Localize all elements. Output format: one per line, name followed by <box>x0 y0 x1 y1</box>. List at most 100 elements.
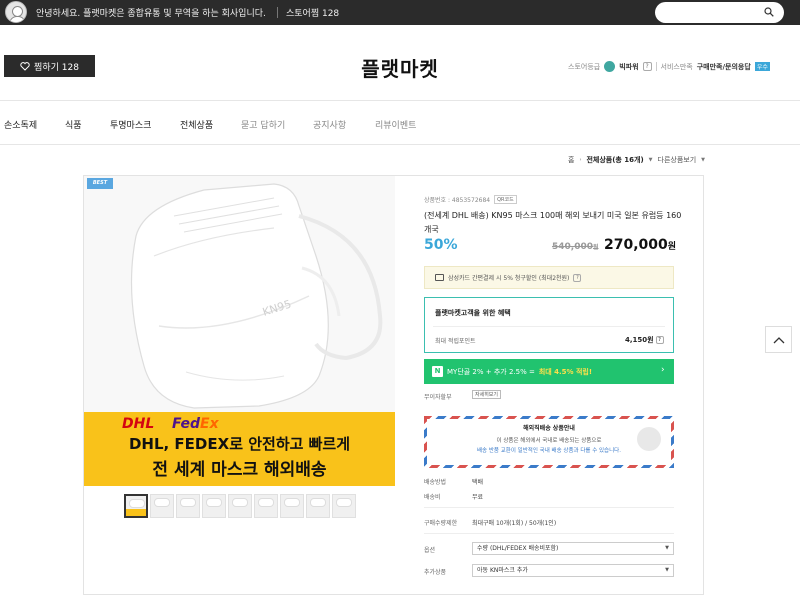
top-bar: 안녕하세요. 플랫마켓은 종합유통 및 무역을 하는 회사입니다. 스토어찜 1… <box>0 0 800 25</box>
grade-icon <box>604 61 616 72</box>
divider <box>433 326 665 327</box>
purchase-limit: 최대구매 10개(1회) / 50개(1인) <box>472 520 557 527</box>
product-main-image[interactable]: KN95 BEST DHL FedEx DHL, FEDEX로 안전하고 빠르게… <box>84 176 395 486</box>
banner-line-1: DHL, FEDEX로 안전하고 빠르게 <box>128 435 351 453</box>
heart-plus-icon <box>20 62 30 71</box>
product-id-text: 상품번호 : 4853572684 <box>424 197 491 204</box>
nav-item-hand-sanitizer[interactable]: 손소독제 <box>4 118 37 131</box>
nav-item-all-products[interactable]: 전체상품 <box>180 118 213 131</box>
thumbnail[interactable] <box>332 494 356 518</box>
addon-select[interactable]: 아동 KN마스크 추가 ▼ <box>472 564 674 577</box>
option-select[interactable]: 수량 (DHL/FEDEX 배송비포함) ▼ <box>472 542 674 555</box>
breadcrumb-home[interactable]: 홈 <box>568 155 574 165</box>
chevron-up-icon <box>773 336 784 343</box>
best-badge: BEST <box>87 178 113 189</box>
search-icon[interactable] <box>764 7 774 17</box>
divider <box>424 533 674 534</box>
chevron-right-icon: › <box>579 157 582 163</box>
chevron-down-icon: ▼ <box>665 545 669 551</box>
nav-item-clear-mask[interactable]: 투명마스크 <box>110 118 151 131</box>
thumbnail[interactable] <box>150 494 174 518</box>
delivery-fee: 무료 <box>472 494 484 501</box>
avatar[interactable] <box>5 1 27 23</box>
fedex-logo-fe: Fed <box>172 416 201 432</box>
point-label: 최대 적립포인트 <box>435 338 476 345</box>
overseas-shipping-notice: 해외직배송 상품안내 이 상품은 해외에서 국내로 배송되는 상품으로 배송 반… <box>424 416 674 468</box>
help-icon[interactable]: ? <box>573 273 582 282</box>
discount-rate: 50% <box>424 237 458 253</box>
scroll-top-button[interactable] <box>765 326 792 353</box>
purchase-limit-label: 구매수량제한 <box>424 520 458 527</box>
product-info: 상품번호 : 4853572684 QR코드 (전세계 DHL 배송) KN95… <box>424 176 705 596</box>
thumbnail[interactable] <box>306 494 330 518</box>
store-brand[interactable]: 플랫마켓 <box>300 53 500 82</box>
addon-label: 추가상품 <box>424 569 447 576</box>
naver-n-icon: N <box>432 366 443 377</box>
option-label: 옵션 <box>424 547 436 554</box>
store-like-link[interactable]: 스토어찜 128 <box>286 6 339 19</box>
thumbnail[interactable] <box>124 494 148 518</box>
qr-code-button[interactable]: QR코드 <box>494 195 517 204</box>
service-badge: 우수 <box>754 62 770 71</box>
breadcrumb: 홈 › 전체상품(총 16개) ▼ 다른상품보기 ▼ <box>568 155 705 165</box>
credit-card-icon <box>435 274 444 281</box>
point-value: 4,150원 ? <box>625 335 664 345</box>
airplane-icon <box>637 427 661 451</box>
thumbnail-strip <box>124 494 356 518</box>
chevron-down-icon: ▼ <box>701 157 706 163</box>
like-store-button[interactable]: 찜하기 128 <box>4 55 95 77</box>
help-icon[interactable]: ? <box>642 62 652 71</box>
store-grade: 빅파워 <box>619 62 639 71</box>
service-label: 서비스만족 <box>660 62 693 71</box>
store-header: 찜하기 128 플랫마켓 스토어등급 빅파워 ? 서비스만족 구매만족/문의응답… <box>0 25 800 100</box>
search-box <box>655 2 784 23</box>
nav-item-notice[interactable]: 공지사항 <box>313 118 346 131</box>
original-price: 540,000원 <box>552 242 599 252</box>
sale-price: 270,000원 <box>604 237 677 253</box>
nav-item-qna[interactable]: 묻고 답하기 <box>241 118 285 131</box>
kn95-mask-image: KN95 <box>84 176 395 412</box>
nav-item-review-event[interactable]: 리뷰이벤트 <box>375 118 416 131</box>
product-id: 상품번호 : 4853572684 QR코드 <box>424 195 517 204</box>
thumbnail[interactable] <box>176 494 200 518</box>
breadcrumb-other[interactable]: 다른상품보기 <box>658 155 697 165</box>
greeting-text: 안녕하세요. 플랫마켓은 종합유통 및 무역을 하는 회사입니다. <box>36 9 266 19</box>
benefit-title: 플랫마켓고객을 위한 혜택 <box>435 309 511 317</box>
shipping-banner: DHL FedEx DHL, FEDEX로 안전하고 빠르게 전 세계 마스크 … <box>84 412 395 486</box>
notice-line-2: 배송 반품 교환이 일반적인 국내 배송 상품과 다를 수 있습니다. <box>477 448 621 454</box>
my-regular-text: MY단골 2% + 추가 2.5% = <box>447 367 535 376</box>
delivery-fee-label: 배송비 <box>424 494 441 501</box>
my-regular-bar[interactable]: N MY단골 2% + 추가 2.5% = 최대 4.5% 적립! › <box>424 359 674 384</box>
help-icon[interactable]: ? <box>655 336 664 344</box>
nav-item-food[interactable]: 식품 <box>65 118 82 131</box>
product-title: (전세계 DHL 배송) KN95 마스크 100매 해외 보내기 미국 일본 … <box>424 211 682 234</box>
installment-detail-button[interactable]: 자세히보기 <box>472 390 502 399</box>
breadcrumb-current[interactable]: 전체상품(총 16개) <box>586 155 643 165</box>
delivery-method-label: 배송방법 <box>424 479 447 486</box>
product-panel: KN95 BEST DHL FedEx DHL, FEDEX로 안전하고 빠르게… <box>83 175 704 595</box>
thumbnail[interactable] <box>254 494 278 518</box>
chevron-down-icon: ▼ <box>665 567 669 573</box>
dhl-logo: DHL <box>122 416 155 432</box>
chevron-down-icon: ▼ <box>648 157 653 163</box>
chevron-right-icon: › <box>661 365 665 375</box>
banner-line-2: 전 세계 마스크 해외배송 <box>152 460 327 480</box>
divider <box>424 507 674 508</box>
notice-line-1: 이 상품은 해외에서 국내로 배송되는 상품으로 <box>496 438 602 444</box>
divider <box>277 7 278 18</box>
installment-label: 무이자할부 <box>424 394 452 401</box>
card-discount-text: 삼성카드 간편결제 시 5% 청구할인 (최대2천원) <box>448 275 570 282</box>
category-nav: 손소독제 식품 투명마스크 전체상품 묻고 답하기 공지사항 리뷰이벤트 <box>0 100 800 145</box>
notice-title: 해외직배송 상품안내 <box>523 425 575 432</box>
store-grade-info: 스토어등급 빅파워 ? 서비스만족 구매만족/문의응답 우수 <box>568 61 770 72</box>
thumbnail[interactable] <box>202 494 226 518</box>
thumbnail[interactable] <box>280 494 304 518</box>
delivery-method: 택배 <box>472 479 484 486</box>
card-discount-notice: 삼성카드 간편결제 시 5% 청구할인 (최대2천원) ? <box>424 266 674 289</box>
product-gallery: KN95 BEST DHL FedEx DHL, FEDEX로 안전하고 빠르게… <box>84 176 395 596</box>
fedex-logo-ex: Ex <box>200 416 219 432</box>
thumbnail[interactable] <box>228 494 252 518</box>
search-input[interactable] <box>663 5 763 20</box>
like-store-label: 찜하기 128 <box>34 62 79 73</box>
customer-benefit-box: 플랫마켓고객을 위한 혜택 최대 적립포인트 4,150원 ? <box>424 297 674 353</box>
